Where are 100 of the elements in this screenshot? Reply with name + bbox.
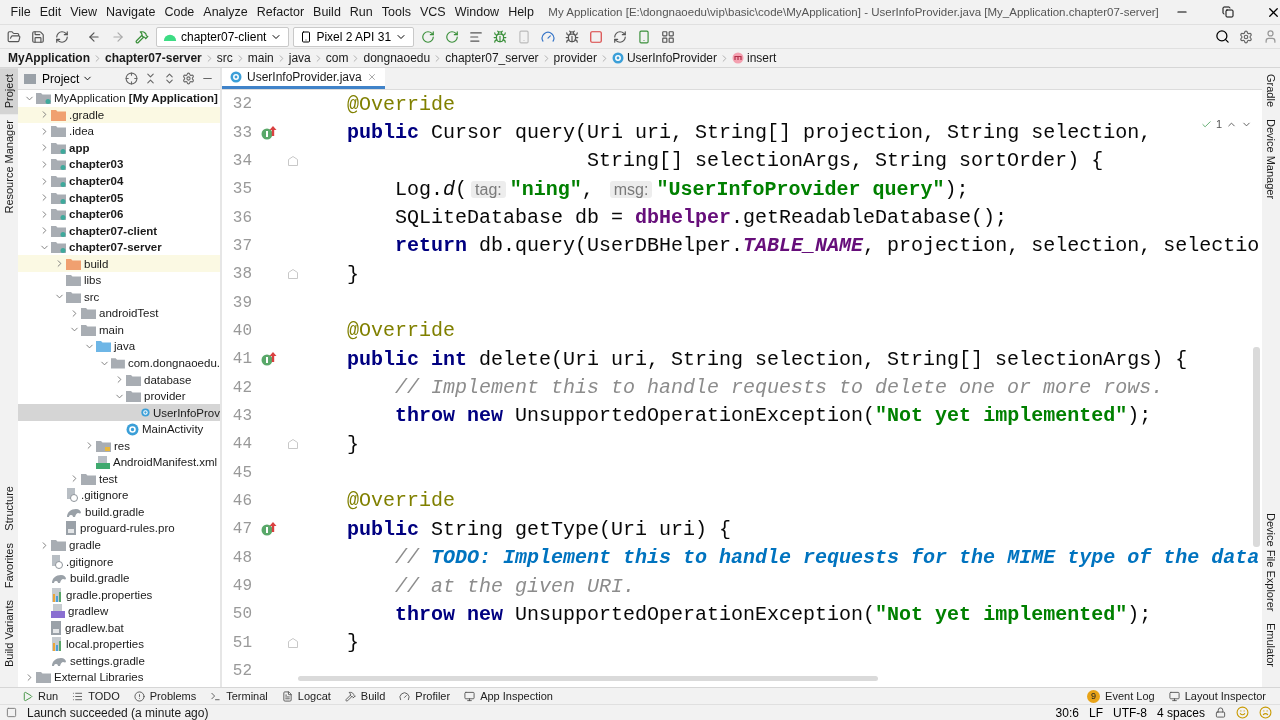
locate-icon[interactable] <box>125 72 138 85</box>
tool-window-button[interactable]: Layout Inspector <box>1168 690 1266 702</box>
tree-item[interactable]: libs <box>18 272 220 289</box>
settings-icon[interactable] <box>182 72 195 85</box>
menu-item[interactable]: View <box>65 5 102 19</box>
breadcrumb-item[interactable]: chapter07_server <box>445 51 539 65</box>
collapse-icon[interactable] <box>144 72 157 85</box>
tree-item[interactable]: androidTest <box>18 305 220 322</box>
tool-window-tab[interactable]: Structure <box>0 480 18 537</box>
tree-item[interactable]: test <box>18 470 220 488</box>
breadcrumb-item[interactable]: MyApplication <box>8 51 90 65</box>
fold-marker-icon[interactable] <box>287 637 298 648</box>
tree-item[interactable]: .gitignore <box>18 553 220 570</box>
status-item[interactable]: 30:6 <box>1055 705 1079 720</box>
tree-item[interactable]: local.properties <box>18 636 220 653</box>
breadcrumb-item[interactable]: dongnaoedu <box>363 51 431 65</box>
menu-item[interactable]: Help <box>503 5 539 19</box>
fold-marker-icon[interactable] <box>287 155 298 166</box>
device-dropdown[interactable]: Pixel 2 API 31 <box>293 26 415 47</box>
tree-item[interactable]: chapter05 <box>18 189 220 206</box>
menu-item[interactable]: Navigate <box>101 5 160 19</box>
implements-method-icon[interactable] <box>261 351 277 368</box>
tree-item[interactable]: gradle.properties <box>18 586 220 603</box>
tool-window-button[interactable]: 9 Event Log <box>1087 689 1155 703</box>
scrollbar-thumb[interactable] <box>1253 347 1260 547</box>
tool-window-tab[interactable]: Device File Explorer <box>1262 506 1280 617</box>
breadcrumb-item[interactable]: java <box>288 51 311 65</box>
tree-item[interactable]: .gradle <box>18 106 220 124</box>
tool-window-button[interactable]: Build <box>344 690 386 702</box>
breadcrumb-item[interactable]: provider <box>553 51 597 65</box>
tool-window-tab[interactable]: Device Manager <box>1262 113 1280 206</box>
tree-item[interactable]: .gitignore <box>18 487 220 504</box>
tool-window-button[interactable]: Logcat <box>281 690 331 702</box>
menu-item[interactable]: Edit <box>35 5 66 19</box>
tree-item[interactable]: build.gradle <box>18 503 220 521</box>
breadcrumb-item[interactable]: com <box>325 51 349 65</box>
menu-item[interactable]: Window <box>450 5 504 19</box>
menu-item[interactable]: Run <box>345 5 378 19</box>
scrollbar-thumb[interactable] <box>298 676 878 681</box>
tool-window-button[interactable]: Run <box>22 690 59 702</box>
tool-window-tab[interactable]: Emulator <box>1262 616 1280 673</box>
tree-item[interactable]: proguard-rules.pro <box>18 520 220 537</box>
tree-item[interactable]: chapter07-client <box>18 222 220 239</box>
implements-method-icon[interactable] <box>261 521 277 538</box>
tool-window-tab[interactable]: Resource Manager <box>0 114 18 220</box>
lock-icon[interactable] <box>1215 707 1226 718</box>
menu-item[interactable]: File <box>6 5 36 19</box>
status-icon[interactable] <box>6 707 17 718</box>
fold-marker-icon[interactable] <box>287 269 298 280</box>
frown-icon[interactable] <box>1259 706 1272 719</box>
tree-item[interactable]: src <box>18 288 220 306</box>
run-configuration-dropdown[interactable]: chapter07-client <box>156 26 290 47</box>
tree-item[interactable]: .idea <box>18 123 220 140</box>
tool-window-tab[interactable]: Build Variants <box>0 593 18 673</box>
tree-item[interactable]: AndroidManifest.xml <box>18 454 220 471</box>
tool-window-tab[interactable]: Favorites <box>0 536 18 594</box>
tree-item[interactable]: chapter06 <box>18 205 220 223</box>
inspection-widget[interactable]: 1 <box>1200 118 1252 130</box>
tool-window-button[interactable]: Profiler <box>399 690 451 702</box>
breadcrumb-item[interactable]: UserInfoProvider <box>611 51 717 65</box>
tree-item[interactable]: chapter03 <box>18 156 220 173</box>
fold-marker-icon[interactable] <box>287 439 298 450</box>
tree-item[interactable]: MainActivity <box>18 420 220 438</box>
tree-item[interactable]: com.dongnaoedu. <box>18 354 220 372</box>
tree-item[interactable]: build <box>18 255 220 272</box>
breadcrumb-item[interactable]: src <box>216 51 233 65</box>
status-item[interactable]: UTF-8 <box>1112 705 1147 720</box>
tree-item[interactable]: gradlew <box>18 602 220 620</box>
tool-window-tab[interactable]: Project <box>0 68 18 115</box>
tool-window-button[interactable]: TODO <box>72 690 120 702</box>
breadcrumb-item[interactable]: main <box>247 51 274 65</box>
implements-method-icon[interactable] <box>261 124 277 141</box>
tree-item[interactable]: res <box>18 437 220 455</box>
status-item[interactable]: 4 spaces <box>1156 705 1205 720</box>
menu-item[interactable]: VCS <box>415 5 451 19</box>
tree-item[interactable]: provider <box>18 387 220 405</box>
tree-item[interactable]: chapter07-server <box>18 238 220 256</box>
tree-item[interactable]: java <box>18 338 220 355</box>
tree-item[interactable]: UserInfoProv <box>18 404 220 421</box>
smile-icon[interactable] <box>1236 706 1249 719</box>
menu-item[interactable]: Refactor <box>252 5 309 19</box>
tree-item[interactable]: External Libraries <box>18 669 220 686</box>
tree-item[interactable]: app <box>18 139 220 157</box>
expand-icon[interactable] <box>163 72 176 85</box>
menu-item[interactable]: Build <box>308 5 346 19</box>
tree-item[interactable]: settings.gradle <box>18 652 220 670</box>
close-icon[interactable] <box>366 72 377 82</box>
menu-item[interactable]: Code <box>159 5 199 19</box>
breadcrumb-item[interactable]: chapter07-server <box>105 51 202 65</box>
breadcrumb-item[interactable]: insert <box>732 51 777 65</box>
tree-item[interactable]: database <box>18 371 220 388</box>
tree-item[interactable]: build.gradle <box>18 569 220 587</box>
status-item[interactable]: LF <box>1088 705 1103 720</box>
tree-item[interactable]: MyApplication [My Application] <box>18 90 220 107</box>
tree-item[interactable]: main <box>18 321 220 339</box>
tree-item[interactable]: gradle <box>18 536 220 554</box>
menu-item[interactable]: Tools <box>377 5 416 19</box>
menu-item[interactable]: Analyze <box>198 5 253 19</box>
tool-window-button[interactable]: Terminal <box>210 690 268 702</box>
tool-window-button[interactable]: Problems <box>133 690 197 702</box>
